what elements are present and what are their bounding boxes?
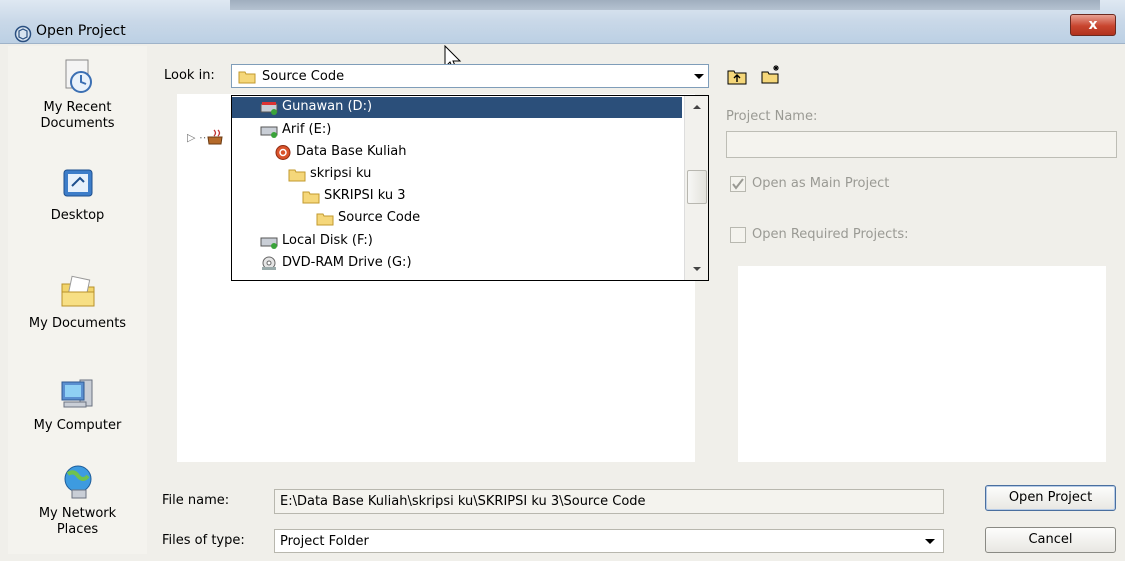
look-in-dropdown-list[interactable]: Gunawan (D:) Arif (E:) Data Base Kuliah …: [231, 95, 709, 281]
look-in-value: Source Code: [262, 69, 345, 84]
recent-documents-icon: [65, 59, 92, 93]
list-item-label: Source Code: [338, 210, 421, 225]
look-in-combo[interactable]: Source Code: [231, 64, 709, 88]
place-network-places[interactable]: My Network Places: [8, 462, 147, 538]
project-icon: [275, 145, 291, 160]
open-required-projects-label: Open Required Projects:: [752, 227, 909, 242]
scroll-down-icon[interactable]: [687, 260, 707, 278]
drive-icon: [260, 126, 278, 138]
list-item-label: skripsi ku: [310, 166, 372, 181]
chevron-down-icon[interactable]: [925, 539, 935, 544]
check-icon: [732, 178, 744, 190]
files-of-type-value: Project Folder: [280, 534, 369, 549]
background-window-strip: [230, 0, 1100, 10]
place-label: My Computer: [33, 418, 122, 433]
list-item[interactable]: Gunawan (D:): [232, 97, 682, 118]
open-required-projects-checkbox[interactable]: [730, 227, 746, 243]
dropdown-scrollbar[interactable]: [684, 96, 708, 280]
list-item[interactable]: Source Code: [232, 208, 682, 229]
list-item[interactable]: skripsi ku: [232, 164, 682, 185]
folder-icon: [302, 191, 320, 204]
place-label: My Network: [38, 506, 117, 521]
place-recent-documents[interactable]: My Recent Documents: [8, 56, 147, 132]
my-documents-icon: [61, 275, 94, 307]
required-projects-list: [738, 266, 1106, 462]
list-item-label: SKRIPSI ku 3: [324, 188, 406, 203]
close-button[interactable]: x: [1070, 14, 1116, 36]
place-label: Desktop: [50, 208, 105, 223]
place-label: My Documents: [28, 316, 127, 331]
files-of-type-combo[interactable]: Project Folder: [274, 529, 944, 553]
place-label: Documents: [40, 116, 115, 131]
title-bar: Open Project x: [0, 0, 1125, 44]
place-my-computer[interactable]: My Computer: [8, 374, 147, 434]
list-item[interactable]: DVD-RAM Drive (G:): [232, 253, 682, 274]
list-item[interactable]: Arif (E:): [232, 120, 682, 141]
place-my-documents[interactable]: My Documents: [8, 272, 147, 332]
files-of-type-label: Files of type:: [162, 533, 245, 548]
places-bar: My Recent Documents Desktop My Documents…: [8, 46, 147, 554]
file-name-input[interactable]: E:\Data Base Kuliah\skripsi ku\SKRIPSI k…: [274, 489, 944, 514]
new-folder-icon[interactable]: [760, 64, 782, 84]
list-item-label: Local Disk (F:): [282, 233, 373, 248]
file-name-value: E:\Data Base Kuliah\skripsi ku\SKRIPSI k…: [280, 494, 646, 509]
desktop-icon: [63, 169, 92, 197]
folder-icon: [316, 213, 334, 226]
chevron-down-icon[interactable]: [694, 74, 704, 79]
folder-icon: [238, 71, 256, 84]
list-item[interactable]: Data Base Kuliah: [232, 142, 682, 163]
project-name-label: Project Name:: [726, 109, 818, 124]
look-in-label: Look in:: [164, 68, 215, 83]
cancel-button[interactable]: Cancel: [985, 527, 1116, 553]
java-project-icon: [207, 129, 223, 145]
project-name-field: [726, 131, 1117, 158]
open-main-project-label: Open as Main Project: [752, 176, 890, 191]
network-places-icon: [64, 465, 91, 499]
place-desktop[interactable]: Desktop: [8, 164, 147, 224]
list-item-label: Gunawan (D:): [282, 99, 373, 114]
place-label: Places: [56, 522, 99, 537]
list-item[interactable]: SKRIPSI ku 3: [232, 186, 682, 207]
scrollbar-thumb[interactable]: [687, 170, 707, 204]
window-title: Open Project: [36, 23, 126, 39]
place-label: My Recent: [43, 100, 112, 115]
drive-icon: [260, 102, 278, 115]
drive-icon: [260, 237, 278, 249]
my-computer-icon: [61, 379, 92, 408]
open-project-button[interactable]: Open Project: [985, 485, 1116, 511]
scroll-up-icon[interactable]: [687, 98, 707, 116]
list-item-label: Arif (E:): [282, 122, 332, 137]
dvd-drive-icon: [262, 256, 276, 270]
up-one-level-icon[interactable]: [726, 66, 748, 86]
open-main-project-checkbox[interactable]: [730, 176, 746, 192]
netbeans-icon: [14, 25, 32, 43]
list-item[interactable]: Local Disk (F:): [232, 231, 682, 252]
list-item-label: Data Base Kuliah: [296, 144, 407, 159]
folder-icon: [288, 169, 306, 182]
list-item-label: DVD-RAM Drive (G:): [282, 255, 412, 270]
file-name-label: File name:: [162, 493, 230, 508]
